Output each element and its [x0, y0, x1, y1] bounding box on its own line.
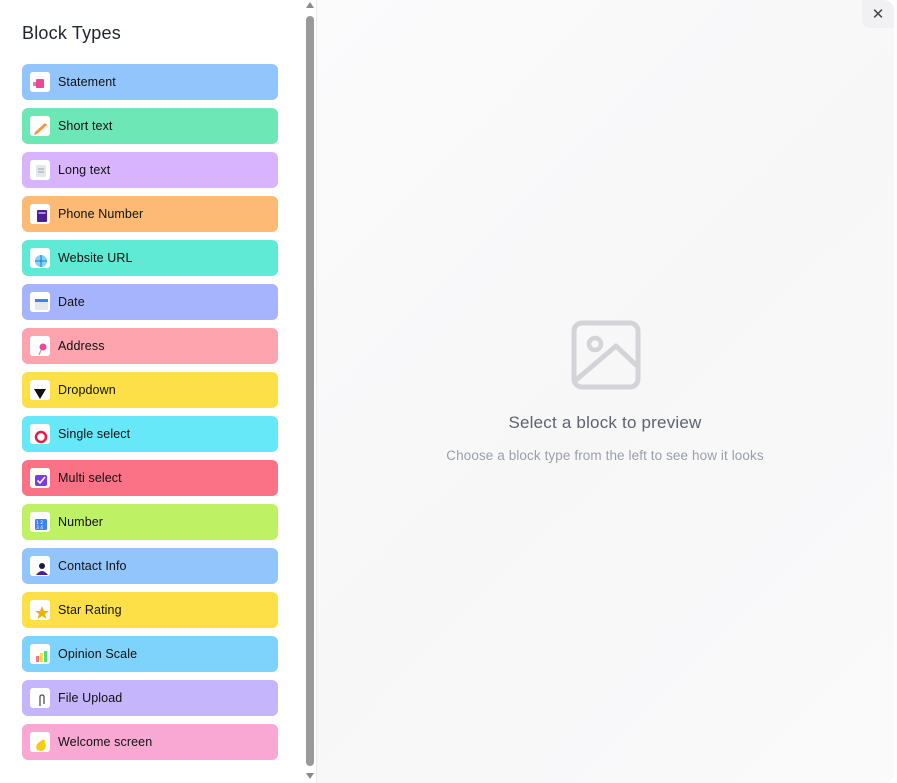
sidebar-title: Block Types [22, 23, 121, 43]
pencil-icon [30, 116, 50, 136]
block-type-label: Date [58, 295, 85, 309]
block-type-label: Phone Number [58, 207, 144, 221]
bar-chart-icon [30, 644, 50, 664]
block-type-label: File Upload [58, 691, 123, 705]
block-type-label: Welcome screen [58, 735, 153, 749]
block-type-phone-number[interactable]: Phone Number [22, 196, 278, 232]
block-type-address[interactable]: Address [22, 328, 278, 364]
block-type-short-text[interactable]: Short text [22, 108, 278, 144]
block-type-label: Website URL [58, 251, 133, 265]
image-placeholder-icon [571, 320, 641, 390]
block-type-multi-select[interactable]: Multi select [22, 460, 278, 496]
wave-hand-icon [30, 732, 50, 752]
block-type-label: Opinion Scale [58, 647, 138, 661]
calculator-icon [30, 204, 50, 224]
svg-text:3 4: 3 4 [36, 525, 43, 531]
block-type-long-text[interactable]: Long text [22, 152, 278, 188]
block-type-statement[interactable]: Statement [22, 64, 278, 100]
block-type-opinion-scale[interactable]: Opinion Scale [22, 636, 278, 672]
block-type-list: Statement Short text Long text Phone Number… [22, 64, 278, 768]
block-type-file-upload[interactable]: File Upload [22, 680, 278, 716]
paperclip-icon [30, 688, 50, 708]
block-type-label: Contact Info [58, 559, 127, 573]
scroll-thumb[interactable] [306, 16, 314, 766]
block-type-label: Number [58, 515, 104, 529]
person-icon [30, 556, 50, 576]
block-type-label: Star Rating [58, 603, 122, 617]
block-type-number[interactable]: 1 23 4 Number [22, 504, 278, 540]
pin-icon [30, 336, 50, 356]
megaphone-icon [30, 72, 50, 92]
numbers-icon: 1 23 4 [30, 512, 50, 532]
close-button[interactable]: ✕ [862, 0, 894, 28]
star-icon [30, 600, 50, 620]
block-type-star-rating[interactable]: Star Rating [22, 592, 278, 628]
block-type-label: Single select [58, 427, 131, 441]
block-types-sidebar: Block Types Statement Short text Long text… [0, 0, 304, 783]
block-type-label: Address [58, 339, 105, 353]
radio-icon [30, 424, 50, 444]
block-type-label: Statement [58, 75, 116, 89]
sidebar-scrollbar[interactable] [304, 0, 316, 783]
preview-subtitle: Choose a block type from the left to see… [446, 448, 764, 463]
block-type-contact-info[interactable]: Contact Info [22, 548, 278, 584]
triangle-down-icon [30, 380, 50, 400]
document-icon [30, 160, 50, 180]
block-type-website-url[interactable]: Website URL [22, 240, 278, 276]
scroll-up-arrow[interactable] [306, 2, 314, 8]
preview-title: Select a block to preview [508, 413, 702, 432]
block-type-dropdown[interactable]: Dropdown [22, 372, 278, 408]
close-icon: ✕ [871, 6, 885, 23]
block-type-label: Dropdown [58, 383, 116, 397]
globe-icon [30, 248, 50, 268]
block-type-label: Long text [58, 163, 111, 177]
block-type-welcome-screen[interactable]: Welcome screen [22, 724, 278, 760]
scroll-down-arrow[interactable] [306, 773, 314, 779]
preview-panel [316, 0, 894, 783]
checkbox-icon [30, 468, 50, 488]
block-picker-modal: Block Types Statement Short text Long text… [0, 0, 894, 783]
calendar-icon [30, 292, 50, 312]
block-type-label: Multi select [58, 471, 122, 485]
block-type-date[interactable]: Date [22, 284, 278, 320]
block-type-single-select[interactable]: Single select [22, 416, 278, 452]
block-type-label: Short text [58, 119, 113, 133]
